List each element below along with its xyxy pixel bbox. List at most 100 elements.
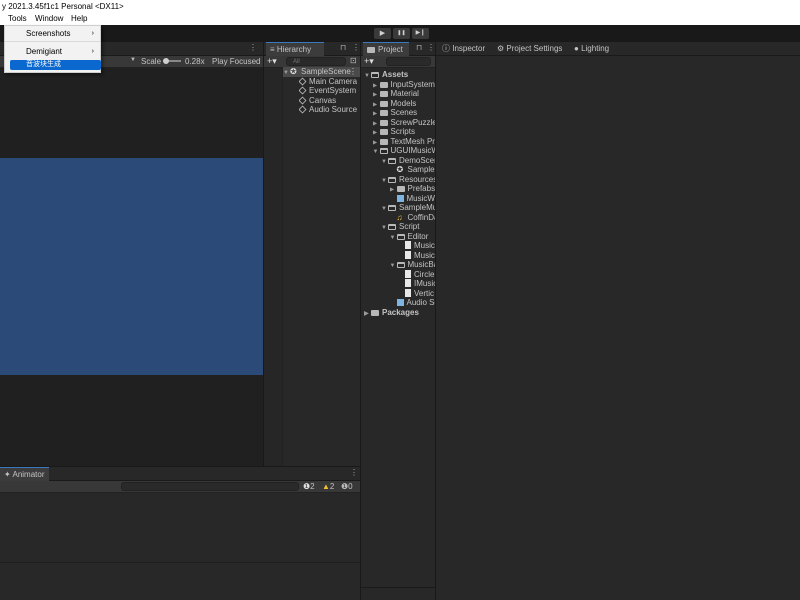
tab-lighting[interactable]: ● Lighting	[570, 42, 613, 56]
project-tree-item[interactable]: ♫ CoffinDa	[390, 213, 436, 223]
hierarchy-item-label: Audio Source	[309, 105, 358, 114]
project-tree-item-label: Editor	[407, 231, 429, 241]
menu-item-demigiant[interactable]: Demigiant ›	[5, 46, 100, 57]
search-options-icon[interactable]: ⊡	[350, 56, 357, 65]
scale-slider-handle[interactable]	[163, 58, 169, 64]
expand-arrow-icon[interactable]: ▼	[381, 205, 388, 213]
tab-inspector[interactable]: ⓘ Inspector	[438, 42, 489, 56]
expand-arrow-icon[interactable]: ▼	[373, 148, 380, 156]
collapse-arrow-icon[interactable]: ▶	[373, 110, 380, 118]
step-button[interactable]: ▶❙	[412, 28, 429, 39]
collapse-arrow-icon[interactable]: ▶	[373, 91, 380, 99]
hierarchy-search-input[interactable]: All	[286, 57, 346, 66]
project-tree-item[interactable]: Music	[398, 241, 435, 251]
project-tree-item[interactable]: Music	[398, 250, 435, 261]
more-icon[interactable]: ⋮	[249, 43, 257, 52]
collapse-arrow-icon[interactable]: ▶	[364, 310, 371, 318]
expand-arrow-icon[interactable]: ▼	[381, 224, 388, 232]
project-tree-item[interactable]: ▼ Editor	[390, 232, 436, 242]
more-icon[interactable]: ⋮	[352, 43, 360, 52]
tab-project-settings-label: Project Settings	[506, 44, 563, 53]
tab-project-settings[interactable]: ⚙ Project Settings	[493, 42, 566, 56]
tab-project[interactable]: Project	[363, 42, 409, 56]
more-icon[interactable]: ⋮	[427, 43, 435, 52]
hierarchy-item[interactable]: Audio Source	[299, 105, 359, 115]
expand-arrow-icon[interactable]: ▼	[381, 177, 388, 185]
expand-arrow-icon[interactable]: ▼	[364, 72, 371, 80]
menu-window[interactable]: Window	[35, 13, 63, 25]
collapse-arrow-icon[interactable]: ▶	[373, 101, 380, 109]
hierarchy-item[interactable]: Canvas	[299, 96, 359, 106]
project-tree-item[interactable]: ▼ Script	[381, 222, 435, 232]
project-tree-item[interactable]: ▶ ScrewPuzzle	[373, 118, 436, 128]
more-icon[interactable]: ⋮	[349, 67, 357, 77]
project-tree-item[interactable]: ▶ Packages	[364, 308, 435, 318]
hierarchy-item[interactable]: Main Camera	[299, 77, 359, 87]
hierarchy-item-label: Main Camera	[309, 76, 358, 86]
warning-count[interactable]: ▲2	[322, 482, 334, 491]
menu-item-audio-block-generate[interactable]: 音波块生成	[10, 60, 101, 70]
project-tree-item[interactable]: Circle	[398, 269, 435, 280]
lock-icon[interactable]: ⊓	[340, 43, 346, 52]
tab-animator[interactable]: ✦ Animator	[0, 467, 49, 481]
play-focused-dropdown[interactable]: Play Focused	[212, 57, 260, 66]
lock-icon[interactable]: ⊓	[416, 43, 422, 52]
list-icon: ≡	[270, 45, 277, 54]
error-count[interactable]: ❶0	[341, 482, 353, 491]
project-tree-item[interactable]: ▼ MusicBa	[390, 260, 436, 270]
collapse-arrow-icon[interactable]: ▶	[373, 120, 380, 128]
menu-item-screenshots[interactable]: Screenshots ›	[5, 28, 100, 39]
menu-help[interactable]: Help	[71, 13, 87, 25]
info-count[interactable]: ❶2	[303, 482, 315, 491]
project-tree-item[interactable]: ▼ Resources	[381, 175, 435, 185]
play-button[interactable]: ▶	[374, 28, 391, 39]
project-tree-item[interactable]: MusicWa	[390, 194, 435, 204]
inspector-panel: ⓘ Inspector ⚙ Project Settings ● Lightin…	[436, 42, 800, 600]
hierarchy-gutter	[264, 68, 283, 466]
collapse-arrow-icon[interactable]: ▶	[373, 139, 380, 147]
expand-arrow-icon[interactable]: ▼	[381, 158, 388, 166]
menu-tools[interactable]: Tools	[8, 13, 27, 25]
hierarchy-item[interactable]: EventSystem	[299, 86, 359, 96]
hierarchy-panel: ≡ Hierarchy ⊓ ⋮ +▾ All ⊡ ▼✪ SampleScene ⋮…	[264, 42, 360, 466]
project-tree-item[interactable]: ▶ TextMesh Pro	[373, 137, 436, 147]
project-tree-item[interactable]: ▼ SampleMu	[381, 203, 435, 213]
divider	[361, 587, 435, 588]
project-tree-item[interactable]: ▶ Scripts	[373, 127, 436, 137]
project-tree-item[interactable]: ▼ DemoScen	[381, 156, 435, 166]
collapse-arrow-icon[interactable]: ▶	[373, 129, 380, 137]
add-icon[interactable]: +▾	[364, 56, 374, 67]
expand-arrow-icon[interactable]: ▼	[283, 69, 290, 77]
add-icon[interactable]: +▾	[267, 56, 277, 67]
collapse-arrow-icon[interactable]: ▶	[373, 82, 380, 90]
project-search-input[interactable]	[386, 57, 431, 66]
project-tree-item[interactable]: ▶ Models	[373, 99, 436, 109]
more-icon[interactable]: ⋮	[350, 468, 358, 477]
project-tree-item[interactable]: ▼ UGUIMusicW	[373, 146, 436, 156]
gameobject-icon	[299, 77, 307, 85]
project-tree-item[interactable]: Vertic	[398, 288, 435, 299]
pause-button[interactable]: ❚❚	[393, 28, 410, 39]
project-tree-item[interactable]: ▶ Prefabs	[390, 184, 436, 194]
warning-count-value: 2	[329, 482, 335, 491]
project-tree-item-label: MusicBa	[407, 260, 436, 269]
collapse-arrow-icon[interactable]: ▶	[390, 186, 397, 194]
audio-clip-icon: ♫	[396, 212, 403, 222]
project-tree-item-label: Script	[399, 222, 420, 231]
animator-tabbar: ✦ Animator ⋮	[0, 467, 360, 481]
tab-hierarchy[interactable]: ≡ Hierarchy	[266, 42, 324, 56]
scene-row[interactable]: ▼✪ SampleScene ⋮	[283, 67, 360, 77]
project-tree-item[interactable]: ✪SampleS	[390, 165, 436, 175]
project-tree-item[interactable]: ▶ Scenes	[373, 108, 436, 118]
dropdown-arrow-icon[interactable]: ▼	[130, 57, 136, 63]
expand-arrow-icon[interactable]: ▼	[390, 262, 397, 270]
project-tree-item[interactable]: IMusic	[398, 279, 435, 289]
project-tree-item[interactable]: ▼ Assets	[364, 70, 435, 80]
project-toolbar: +▾	[361, 56, 435, 68]
script-icon	[405, 269, 411, 278]
project-tree-item[interactable]: Audio So	[390, 298, 435, 308]
project-tree-item[interactable]: ▶ InputSystem	[373, 80, 436, 90]
expand-arrow-icon[interactable]: ▼	[390, 234, 397, 242]
project-tree-item[interactable]: ▶ Material	[373, 89, 436, 99]
console-search-input[interactable]	[121, 482, 299, 491]
